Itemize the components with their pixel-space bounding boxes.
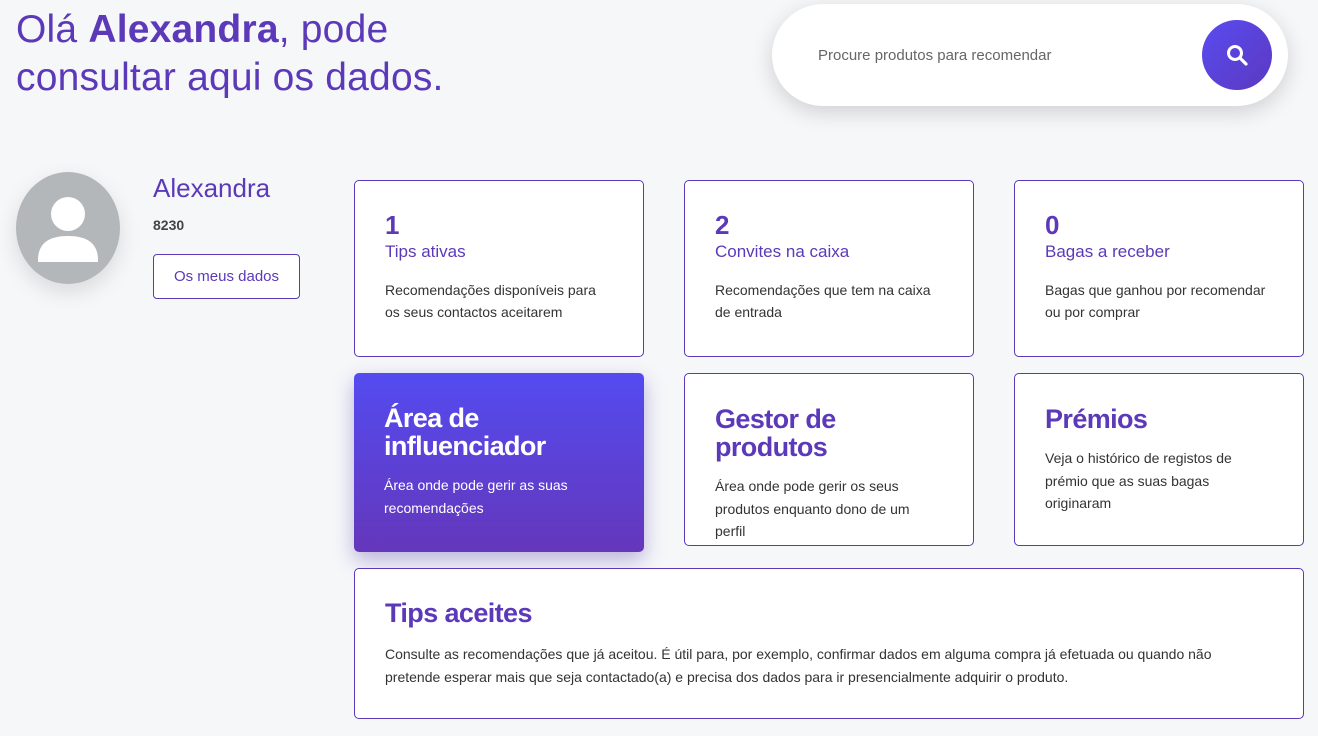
- prizes-card[interactable]: Prémios Veja o histórico de registos de …: [1014, 373, 1304, 546]
- section-description: Veja o histórico de registos de prémio q…: [1045, 450, 1232, 511]
- section-description: Área onde pode gerir os seus produtos en…: [715, 478, 910, 539]
- section-description: Consulte as recomendações que já aceitou…: [385, 646, 1212, 685]
- section-title: Prémios: [1045, 404, 1148, 434]
- stat-label: Convites na caixa: [715, 242, 850, 261]
- greeting-suffix: , pode: [278, 8, 389, 51]
- stat-card-invites[interactable]: 2 Convites na caixa Recomendações que te…: [684, 180, 974, 357]
- greeting-line2: consultar aqui os dados.: [16, 56, 444, 99]
- section-title: Tips aceites: [385, 598, 532, 628]
- user-avatar-icon: [38, 197, 98, 262]
- stat-description: Recomendações que tem na caixa de entrad…: [715, 282, 931, 320]
- greeting-prefix: Olá: [16, 8, 89, 51]
- stat-label: Bagas a receber: [1045, 242, 1170, 261]
- influencer-area-card[interactable]: Área de influenciador Área onde pode ger…: [354, 373, 644, 552]
- user-avatar: [16, 172, 120, 284]
- profile-name: Alexandra: [153, 173, 271, 203]
- stat-value: 1: [385, 210, 400, 240]
- section-description: Área onde pode gerir as suas recomendaçõ…: [384, 477, 568, 516]
- stat-description: Recomendações disponíveis para os seus c…: [385, 282, 596, 320]
- stat-label: Tips ativas: [385, 242, 466, 261]
- stat-card-active-tips[interactable]: 1 Tips ativas Recomendações disponíveis …: [354, 180, 644, 357]
- profile-id: 8230: [153, 217, 185, 233]
- section-title: Gestor de produtos: [715, 404, 836, 462]
- search-icon: [1227, 45, 1248, 66]
- my-data-button[interactable]: Os meus dados: [153, 254, 300, 299]
- stat-description: Bagas que ganhou por recomendar ou por c…: [1045, 282, 1266, 320]
- search-button[interactable]: [1202, 20, 1272, 90]
- stat-value: 0: [1045, 210, 1060, 240]
- page-greeting: Olá Alexandra, pode consultar aqui os da…: [16, 6, 444, 102]
- greeting-user-name: Alexandra: [88, 8, 279, 51]
- stat-value: 2: [715, 210, 730, 240]
- stat-card-berries[interactable]: 0 Bagas a receber Bagas que ganhou por r…: [1014, 180, 1304, 357]
- search-input[interactable]: [818, 42, 1178, 68]
- product-manager-card[interactable]: Gestor de produtos Área onde pode gerir …: [684, 373, 974, 546]
- accepted-tips-card[interactable]: Tips aceites Consulte as recomendações q…: [354, 568, 1304, 719]
- section-title: Área de influenciador: [384, 403, 546, 461]
- search-bar: [772, 4, 1288, 106]
